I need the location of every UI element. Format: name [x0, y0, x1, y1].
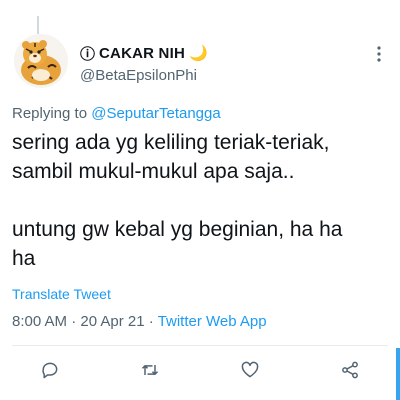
- retweet-button[interactable]: [137, 357, 163, 383]
- actions-divider: [12, 345, 388, 346]
- tweet-date[interactable]: 20 Apr 21: [80, 313, 144, 330]
- replying-to-mention-link[interactable]: @SeputarTetangga: [91, 105, 221, 122]
- tweet-time[interactable]: 8:00 AM: [12, 313, 67, 330]
- thread-connector-line: [37, 16, 39, 34]
- replying-to-prefix: Replying to: [12, 105, 92, 122]
- share-button[interactable]: [337, 357, 363, 383]
- moon-emoji-icon: 🌙: [188, 45, 208, 62]
- translate-tweet-link[interactable]: Translate Tweet: [12, 286, 111, 302]
- tweet-source-link[interactable]: Twitter Web App: [158, 313, 267, 330]
- share-icon: [342, 361, 358, 379]
- tweet-text: sering ada yg keliling teriak-teriak, sa…: [12, 131, 343, 270]
- author-name-row[interactable]: ⓘ CAKAR NIH 🌙: [80, 43, 208, 64]
- reply-icon: [42, 362, 58, 379]
- reply-button[interactable]: [37, 357, 63, 383]
- author-handle[interactable]: @BetaEpsilonPhi: [80, 67, 197, 84]
- tweet-metadata: 8:00 AM · 20 Apr 21 · Twitter Web App: [12, 313, 267, 330]
- retweet-icon: [141, 365, 159, 375]
- name-prefix-glyph: ⓘ: [80, 45, 96, 63]
- scrollbar-thumb[interactable]: [396, 348, 400, 400]
- author-display-name[interactable]: CAKAR NIH: [99, 45, 185, 62]
- replying-to-line: Replying to @SeputarTetangga: [12, 105, 221, 122]
- tiger-avatar-icon: [21, 40, 61, 85]
- more-options-icon[interactable]: [372, 44, 386, 64]
- meta-separator: ·: [144, 313, 158, 330]
- avatar[interactable]: [14, 34, 68, 88]
- meta-separator: ·: [67, 313, 81, 330]
- heart-icon: [241, 361, 259, 378]
- like-button[interactable]: [237, 357, 263, 383]
